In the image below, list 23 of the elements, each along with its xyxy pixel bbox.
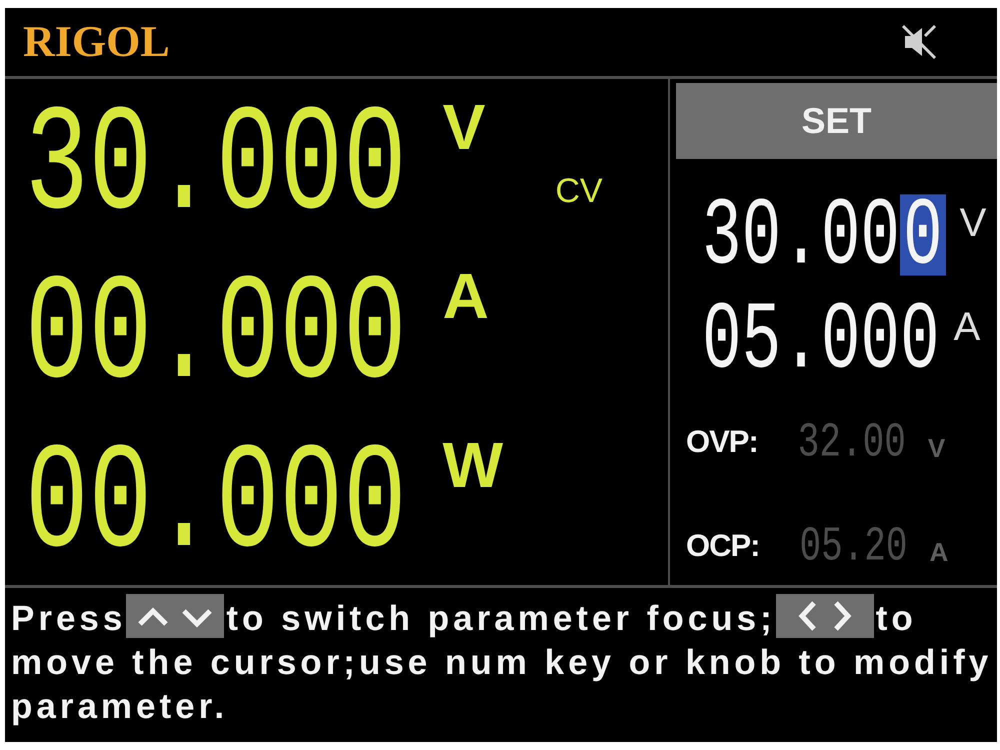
logo-text: RIGOL — [23, 20, 170, 64]
left-right-keys-icon — [776, 594, 874, 638]
unit-label: A — [930, 539, 948, 566]
reading-value: 30.000 — [25, 99, 407, 228]
protection-label: OVP: — [686, 426, 758, 457]
setpoint-value: 05.000 — [702, 298, 940, 380]
setpoint-value: 30.00 — [702, 194, 900, 276]
unit-label: A — [442, 264, 489, 328]
cursor-digit: 0 — [900, 194, 946, 276]
unit-label: V — [442, 95, 486, 160]
unit-label: A — [954, 307, 980, 348]
mode-indicator: CV — [555, 174, 603, 208]
reading-value: 00.000 — [25, 268, 407, 396]
protection-label: OCP: — [686, 530, 760, 561]
unit-label: V — [928, 435, 946, 462]
up-down-keys-icon — [126, 594, 224, 638]
protection-value: 32.00 — [798, 420, 906, 462]
unit-label: W — [442, 432, 504, 497]
help-text: Press to switch parameter focus; to move the cursor;use num key or knob to modify parameter. — [5, 588, 997, 729]
protection-value: 05.20 — [800, 524, 908, 566]
reading-value: 00.000 — [25, 436, 407, 565]
unit-label: V — [960, 203, 986, 243]
set-header: SET — [676, 83, 997, 159]
